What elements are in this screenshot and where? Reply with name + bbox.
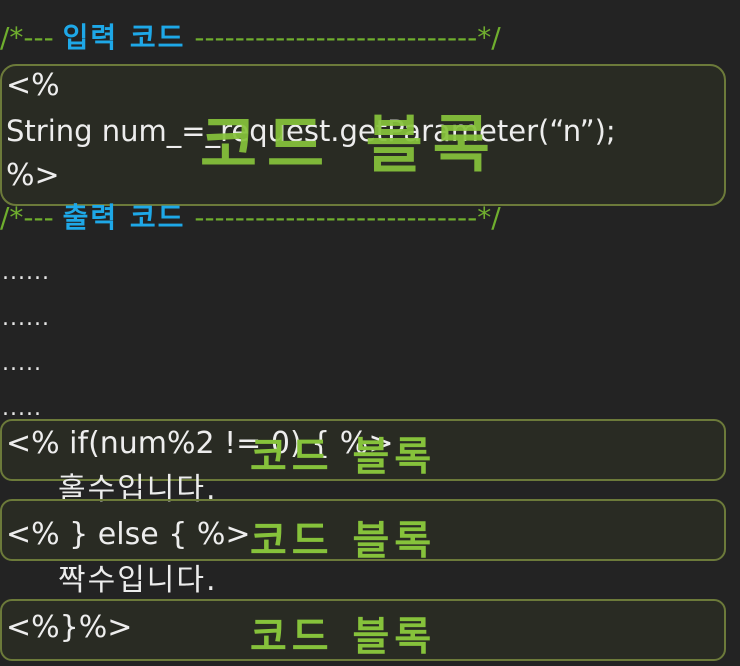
- code-close-tag: %>: [6, 158, 60, 193]
- code-block-label: 코드 블록: [250, 518, 437, 564]
- ellipsis-line: ......: [2, 306, 50, 331]
- comment-suffix: ----------------------------*/: [185, 21, 501, 54]
- even-text: 짝수입니다.: [58, 563, 218, 598]
- comment-suffix: ----------------------------*/: [185, 201, 501, 234]
- code-block-label: 코드 블록: [250, 434, 437, 480]
- comment-prefix: /*---: [0, 21, 63, 54]
- code-slide: /*--- 입력 코드 ----------------------------…: [0, 0, 740, 666]
- ellipsis-line: ......: [2, 260, 50, 285]
- code-end-line: <%}%>: [6, 610, 133, 645]
- ellipsis-line: .....: [2, 351, 42, 376]
- output-code-label: 출력 코드: [62, 201, 186, 234]
- code-block-label: 코드 블록: [250, 614, 437, 660]
- code-block-label: 코드 블록: [200, 108, 500, 181]
- comment-prefix: /*---: [0, 201, 63, 234]
- code-open-tag: <%: [6, 68, 60, 103]
- ellipsis-line: .....: [2, 396, 42, 421]
- output-code-comment: /*--- 출력 코드 ----------------------------…: [0, 198, 501, 238]
- code-else-line: <% } else { %>: [6, 517, 251, 552]
- input-code-label: 입력 코드: [62, 21, 186, 54]
- input-code-comment: /*--- 입력 코드 ----------------------------…: [0, 18, 501, 58]
